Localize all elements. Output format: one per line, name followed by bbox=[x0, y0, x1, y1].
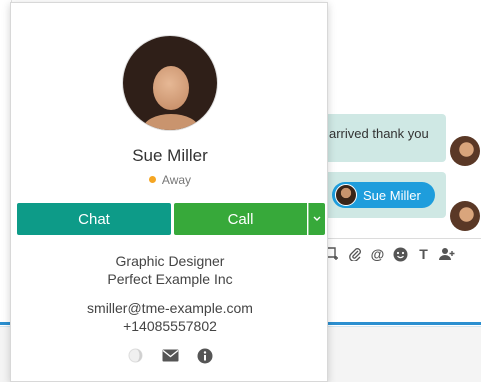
text-format-icon[interactable]: T bbox=[412, 243, 435, 265]
message-text: arrived thank you bbox=[329, 126, 429, 141]
mention-avatar bbox=[335, 184, 357, 206]
contact-avatar bbox=[123, 36, 217, 130]
avatar-shoulder bbox=[143, 114, 199, 130]
mention-label: Sue Miller bbox=[363, 187, 421, 203]
attach-icon[interactable] bbox=[343, 243, 366, 265]
company-name: Perfect Example Inc bbox=[107, 271, 233, 287]
presence-label: Away bbox=[161, 173, 192, 187]
job-title: Graphic Designer bbox=[115, 253, 225, 269]
mention-chip[interactable]: Sue Miller bbox=[332, 182, 435, 208]
card-actions bbox=[11, 347, 329, 364]
contact-card: Sue Miller Away Chat Call Graphic Design… bbox=[10, 2, 328, 382]
message-bubble: Sue Miller bbox=[318, 172, 446, 218]
mail-icon[interactable] bbox=[162, 347, 179, 364]
presence-moon-icon[interactable] bbox=[127, 347, 144, 364]
add-user-icon[interactable] bbox=[435, 243, 458, 265]
avatar[interactable] bbox=[450, 201, 480, 231]
email-address[interactable]: smiller@tme-example.com bbox=[11, 300, 329, 316]
at-icon[interactable]: @ bbox=[366, 243, 389, 265]
compose-toolbar: @ T bbox=[320, 238, 481, 269]
emoji-icon[interactable] bbox=[389, 243, 412, 265]
call-button[interactable]: Call bbox=[174, 203, 307, 235]
contact-name: Sue Miller bbox=[132, 146, 208, 165]
phone-number[interactable]: +14085557802 bbox=[11, 318, 329, 334]
presence-status: Away bbox=[11, 173, 329, 187]
chat-button[interactable]: Chat bbox=[17, 203, 171, 235]
presence-dot bbox=[148, 176, 156, 184]
avatar[interactable] bbox=[450, 136, 480, 166]
message-bubble: arrived thank you bbox=[318, 114, 446, 162]
chevron-down-icon bbox=[313, 216, 321, 221]
call-options-dropdown[interactable] bbox=[308, 203, 325, 235]
info-icon[interactable] bbox=[197, 347, 214, 364]
avatar-face bbox=[153, 66, 189, 110]
